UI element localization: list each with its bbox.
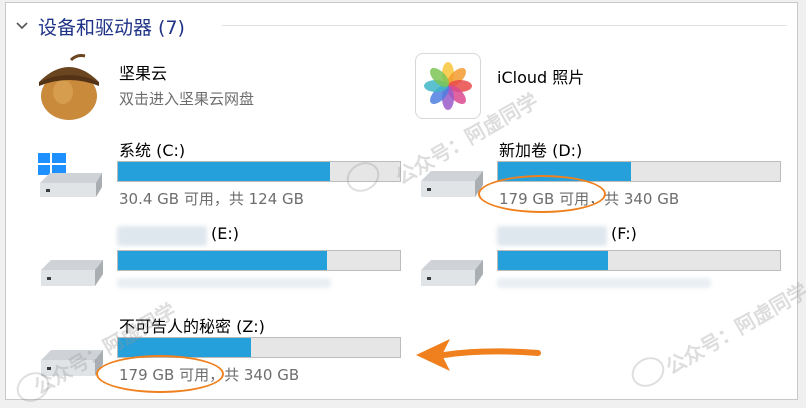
hard-drive-icon xyxy=(41,260,103,286)
drive-e[interactable]: (E:) xyxy=(31,218,401,298)
app-subtitle: 双击进入坚果云网盘 xyxy=(119,90,255,108)
app-name: iCloud 照片 xyxy=(497,68,585,87)
drive-usage-bar xyxy=(497,250,781,271)
drive-label: 系统 (C:) xyxy=(119,141,186,160)
photos-icon xyxy=(424,62,472,110)
app-jianguoyun[interactable]: 坚果云 双击进入坚果云网盘 xyxy=(31,48,361,128)
annotation-arrow-icon xyxy=(416,339,541,371)
redacted-label xyxy=(497,226,607,246)
annotation-oval-z xyxy=(96,355,224,393)
drive-usage-bar xyxy=(117,250,401,271)
drive-usage-fill xyxy=(118,338,251,357)
explorer-panel: 设备和驱动器 (7) 坚果云 双击进入坚果云网盘 iCloud 照片 系统 (C… xyxy=(5,2,806,408)
group-title: 设备和驱动器 (7) xyxy=(38,16,185,39)
drive-label: 新加卷 (D:) xyxy=(499,141,583,160)
drive-c[interactable]: 系统 (C:) 30.4 GB 可用，共 124 GB xyxy=(31,131,401,211)
drive-label: (E:) xyxy=(211,224,239,243)
chevron-down-icon[interactable] xyxy=(16,19,28,33)
windows-drive-icon xyxy=(38,153,102,197)
watermark-chat-icon xyxy=(626,351,670,393)
redacted-free-space xyxy=(117,278,331,288)
app-name: 坚果云 xyxy=(119,64,168,83)
drive-usage-fill xyxy=(118,251,327,270)
group-divider xyxy=(222,25,787,26)
acorn-icon xyxy=(39,54,99,120)
drive-usage-fill xyxy=(118,162,330,181)
redacted-label xyxy=(117,226,207,246)
drive-usage-fill xyxy=(498,251,608,270)
group-header[interactable]: 设备和驱动器 (7) xyxy=(16,11,185,41)
drive-label: 不可告人的秘密 (Z:) xyxy=(119,317,265,336)
app-icloud-photos[interactable]: iCloud 照片 xyxy=(411,48,781,128)
hard-drive-icon xyxy=(421,260,483,286)
drive-free-space: 30.4 GB 可用，共 124 GB xyxy=(119,190,304,208)
redacted-free-space xyxy=(497,278,711,288)
drive-label: (F:) xyxy=(611,224,637,243)
hard-drive-icon xyxy=(421,171,483,197)
drive-f[interactable]: (F:) xyxy=(411,218,781,298)
annotation-oval-d xyxy=(478,175,606,213)
